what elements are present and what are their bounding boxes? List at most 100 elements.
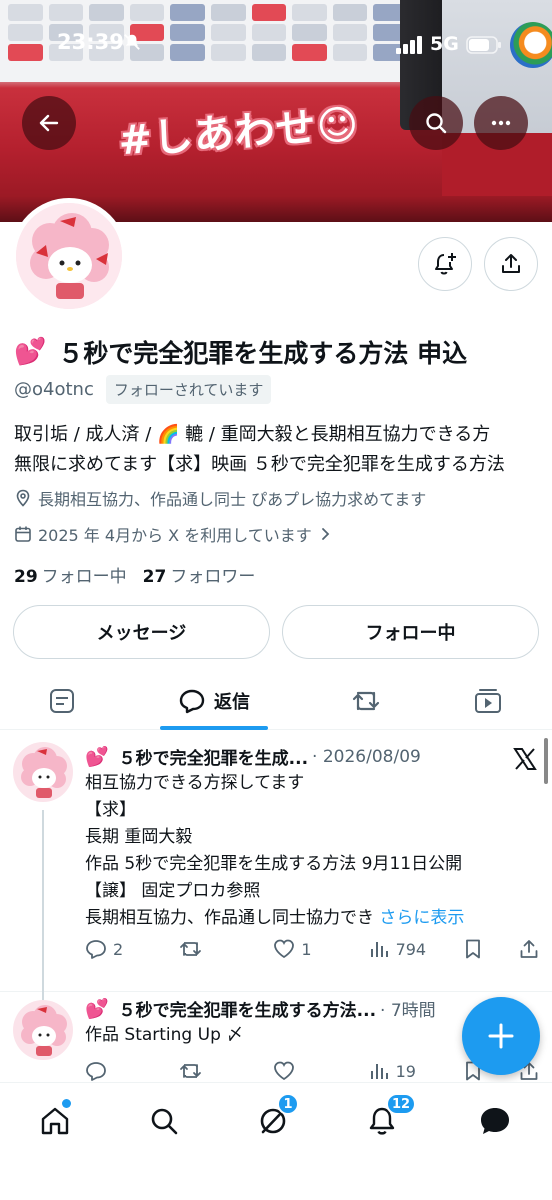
tweet-line: 【譲】 固定プロカ参照 xyxy=(85,881,261,901)
share-icon xyxy=(502,254,520,273)
back-button[interactable] xyxy=(22,96,76,150)
profile-bio: 取引垢 / 成人済 / 🌈 轆 / 重岡大毅と長期相互協力できる方 無限に求めて… xyxy=(14,420,544,480)
more-icon xyxy=(491,120,511,126)
following-count: 29 xyxy=(14,567,38,587)
tweet-line: 作品 5秒で完全犯罪を生成する方法 9月11日公開 xyxy=(85,854,463,874)
posts-icon xyxy=(50,689,74,713)
repost-action[interactable] xyxy=(179,938,239,960)
repost-action[interactable] xyxy=(179,1060,239,1082)
more-options-button[interactable] xyxy=(474,96,528,150)
thread-line xyxy=(42,810,44,1006)
battery-icon xyxy=(466,36,501,54)
search-icon xyxy=(151,1108,178,1135)
hearts-emoji: 💕 xyxy=(85,746,109,768)
heart-icon xyxy=(274,1061,295,1081)
show-more-link[interactable]: さらに表示 xyxy=(379,908,464,928)
unread-dot xyxy=(62,1099,71,1108)
share-profile-button[interactable] xyxy=(484,237,538,291)
status-bar: 23:39 5G xyxy=(0,0,552,92)
followers-stat[interactable]: 27 フォロワー xyxy=(143,562,256,587)
view-count: 19 xyxy=(395,1061,416,1081)
tweet-author-name[interactable]: ５秒で完全犯罪を生成... xyxy=(119,744,308,769)
scrollbar[interactable] xyxy=(544,738,548,784)
tweet-date: · 2026/08/09 xyxy=(312,746,421,767)
video-icon xyxy=(475,689,501,713)
profile-name: 💕 ５秒で完全犯罪を生成する方法 申込 xyxy=(14,334,467,370)
profile-location: 長期相互協力、作品通し同士 ぴあプレ協力求めてます xyxy=(14,486,426,510)
followers-label: フォロワー xyxy=(170,567,256,587)
avatar-illustration xyxy=(21,747,67,798)
tweet-text: 作品 Starting Up 〆 xyxy=(85,1022,525,1049)
search-button[interactable] xyxy=(409,96,463,150)
following-label: フォロー中 xyxy=(41,567,127,587)
message-button[interactable]: メッセージ xyxy=(13,605,270,659)
tab-replies[interactable]: 返信 xyxy=(160,672,268,730)
nav-messages[interactable] xyxy=(475,1101,515,1141)
reply-action[interactable]: 2 xyxy=(85,938,145,960)
notifications-badge: 12 xyxy=(386,1093,417,1115)
share-icon xyxy=(520,940,538,958)
notifications-toggle-button[interactable] xyxy=(418,237,472,291)
tweet-header: 💕 ５秒で完全犯罪を生成... · 2026/08/09 xyxy=(85,744,421,769)
tweet-actions: 2 1 794 xyxy=(85,938,540,960)
tab-posts[interactable] xyxy=(22,672,102,730)
tab-replies-label: 返信 xyxy=(214,692,250,713)
profile-join-date[interactable]: 2025 年 4月から X を利用しています xyxy=(14,522,332,546)
profile-handle: @o4otnc xyxy=(14,379,94,400)
tweet-avatar[interactable] xyxy=(13,742,73,802)
like-action[interactable]: 1 xyxy=(273,938,333,960)
reply-action[interactable] xyxy=(85,1060,145,1082)
tweet-header: 💕 ５秒で完全犯罪を生成する方法... · 7時間 xyxy=(85,996,436,1021)
arrow-left-icon xyxy=(39,114,59,132)
tweet-line: 作品 Starting Up 〆 xyxy=(85,1025,244,1045)
avatar-illustration xyxy=(16,203,122,309)
view-count: 794 xyxy=(395,939,427,959)
like-action[interactable] xyxy=(273,1060,333,1082)
x-logo-icon xyxy=(513,748,537,770)
banner-hashtag: #しあわせ☺ xyxy=(116,101,361,165)
app-logo-icon xyxy=(510,22,552,68)
tweet-avatar[interactable] xyxy=(13,1000,73,1060)
grok-badge: 1 xyxy=(277,1093,299,1115)
views-action[interactable]: 19 xyxy=(368,1060,428,1082)
bar-chart-icon xyxy=(370,1064,388,1079)
tweet-line: 【求】 xyxy=(85,800,136,820)
nav-search[interactable] xyxy=(144,1101,184,1141)
tweet-line-last: 長期相互協力、作品通し同士協力でき さらに表示 xyxy=(85,905,525,932)
followers-count: 27 xyxy=(142,567,167,587)
tweet-actions: 19 xyxy=(85,1060,540,1082)
location-pin-icon xyxy=(16,489,30,507)
search-icon xyxy=(426,113,447,134)
bell-plus-icon xyxy=(435,253,456,275)
follow-stats: 29 フォロー中 27 フォロワー xyxy=(14,562,255,587)
home-icon xyxy=(41,1107,69,1135)
share-action[interactable] xyxy=(518,938,540,960)
status-time: 23:39 xyxy=(57,30,124,54)
avatar-illustration xyxy=(21,1005,67,1056)
profile-avatar[interactable] xyxy=(11,198,127,314)
hearts-emoji: 💕 xyxy=(14,337,47,367)
following-stat[interactable]: 29 フォロー中 xyxy=(14,562,127,587)
tweet-item[interactable]: 💕 ５秒で完全犯罪を生成... · 2026/08/09 相互協力できる方探して… xyxy=(0,730,552,1006)
follows-you-badge: フォローされています xyxy=(105,375,272,404)
plus-icon xyxy=(488,1023,514,1049)
following-button[interactable]: フォロー中 xyxy=(282,605,539,659)
location-text: 長期相互協力、作品通し同士 ぴあプレ協力求めてます xyxy=(38,490,427,509)
reply-bubble-icon xyxy=(179,689,205,714)
bookmark-action[interactable] xyxy=(462,938,484,960)
nav-notifications[interactable]: 12 xyxy=(362,1093,417,1141)
tab-media[interactable] xyxy=(448,672,528,730)
join-date-text: 2025 年 4月から X を利用しています xyxy=(38,526,312,545)
network-type: 5G xyxy=(430,33,459,55)
nav-grok[interactable]: 1 xyxy=(253,1093,299,1141)
reply-icon xyxy=(86,940,106,959)
repost-icon xyxy=(352,691,380,711)
views-action[interactable]: 794 xyxy=(368,938,428,960)
tab-reposts[interactable] xyxy=(326,672,406,730)
profile-display-name: ５秒で完全犯罪を生成する方法 申込 xyxy=(58,339,468,368)
signal-icon xyxy=(396,36,422,54)
nav-home[interactable] xyxy=(35,1099,75,1141)
tweet-author-name[interactable]: ５秒で完全犯罪を生成する方法... xyxy=(119,996,376,1021)
like-count: 1 xyxy=(301,939,312,959)
compose-post-button[interactable] xyxy=(462,997,540,1075)
